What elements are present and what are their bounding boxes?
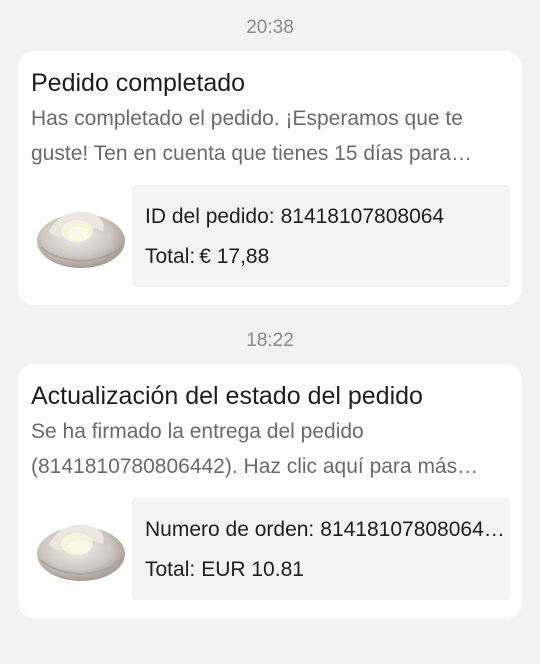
order-summary[interactable]: Numero de orden: 8141810780806442 Total: E… [30, 498, 510, 600]
message-timestamp: 18:22 [246, 330, 294, 351]
order-total-value: EUR 10.81 [201, 558, 304, 581]
card-title: Pedido completado [31, 69, 246, 97]
order-number-label: Numero de orden: [145, 518, 315, 541]
cat-bed-icon [37, 211, 125, 268]
order-info-panel[interactable]: ID del pedido: 81418107808064 Total: € 17,… [132, 185, 510, 287]
order-id-label: ID del pedido: [145, 205, 275, 228]
order-total-label: Total: [145, 558, 196, 581]
order-status-update-card[interactable]: Actualización del estado del pedido Se h… [18, 364, 522, 618]
order-number-value: 8141810780806442 [320, 518, 508, 541]
order-id-value: 81418107808064 [280, 205, 445, 228]
order-total-line: Total: EUR 10.81 [145, 550, 510, 590]
order-total-label: Total: [145, 245, 196, 268]
order-completed-card[interactable]: Pedido completado Has completado el pedi… [18, 51, 522, 305]
product-thumbnail[interactable] [30, 498, 132, 600]
card-body-text: Se ha firmado la entrega del pedido (814… [31, 420, 458, 478]
order-summary[interactable]: ID del pedido: 81418107808064 Total: € 17,… [30, 185, 510, 287]
order-info-panel[interactable]: Numero de orden: 8141810780806442 Total: E… [132, 498, 510, 600]
order-total-value: € 17,88 [199, 245, 270, 268]
message-timestamp: 20:38 [246, 17, 294, 38]
product-thumbnail[interactable] [30, 185, 132, 287]
cat-bed-icon [37, 524, 125, 581]
order-id-line: ID del pedido: 81418107808064 [145, 197, 510, 237]
card-body-text: Has completado el pedido. ¡Esperamos que… [31, 107, 463, 165]
order-total-line: Total: € 17,88 [145, 237, 510, 277]
card-title: Actualización del estado del pedido [31, 382, 423, 410]
order-number-line: Numero de orden: 8141810780806442 [145, 510, 510, 550]
